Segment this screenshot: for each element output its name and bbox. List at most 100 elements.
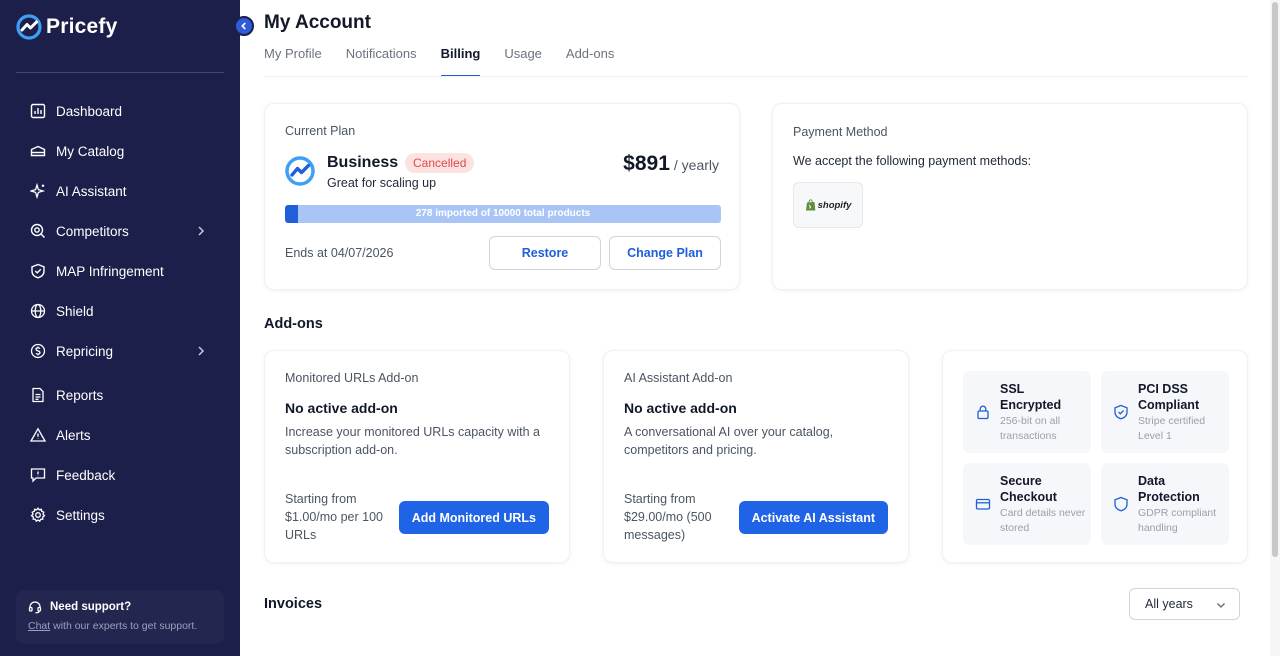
addon-price: Starting from $29.00/mo (500 messages) — [624, 492, 712, 542]
tab-usage[interactable]: Usage — [504, 44, 542, 77]
sidebar-item-alerts[interactable]: Alerts — [16, 418, 224, 452]
year-filter-value: All years — [1145, 597, 1193, 611]
tab-notifications[interactable]: Notifications — [346, 44, 417, 77]
trust-title: SSL Encrypted — [1000, 382, 1062, 412]
activate-ai-assistant-button[interactable]: Activate AI Assistant — [738, 501, 888, 534]
sidebar-item-ai-assistant[interactable]: AI Assistant — [16, 174, 224, 208]
secure-checkout-badge: Secure Checkout Card details never store… — [963, 463, 1091, 545]
addon-price: Starting from $1.00/mo per 100 URLs — [285, 492, 383, 542]
sidebar-item-map-infringement[interactable]: MAP Infringement — [16, 254, 224, 288]
plan-logo-icon — [285, 156, 315, 186]
lock-icon — [977, 405, 989, 420]
dashboard-icon — [30, 103, 46, 119]
trust-title: PCI DSS Compliant — [1138, 382, 1200, 412]
ssl-badge: SSL Encrypted 256-bit on all transaction… — [963, 371, 1091, 453]
addon-title: AI Assistant Add-on — [624, 371, 733, 385]
account-tabs: My Profile Notifications Billing Usage A… — [264, 44, 614, 77]
payment-method-card: Payment Method We accept the following p… — [772, 103, 1248, 290]
collapse-sidebar-button[interactable] — [234, 16, 254, 36]
pci-badge: PCI DSS Compliant Stripe certified Level… — [1101, 371, 1229, 453]
sidebar-item-feedback[interactable]: Feedback — [16, 458, 224, 492]
scrollbar-thumb[interactable] — [1272, 2, 1278, 557]
globe-icon — [30, 303, 46, 319]
support-box: Need support? Chat with our experts to g… — [16, 590, 224, 644]
trust-subtitle: Card details never stored — [1000, 507, 1086, 534]
plan-name: Business — [327, 154, 399, 171]
sidebar-item-competitors[interactable]: Competitors — [16, 214, 224, 248]
trust-title: Data Protection — [1138, 474, 1200, 504]
tab-my-profile[interactable]: My Profile — [264, 44, 322, 77]
page-title: My Account — [264, 12, 371, 33]
change-plan-button[interactable]: Change Plan — [609, 236, 721, 270]
sidebar-item-dashboard[interactable]: Dashboard — [16, 94, 224, 128]
trust-subtitle: 256-bit on all transactions — [1000, 415, 1061, 442]
support-text: Chat with our experts to get support. — [28, 620, 212, 632]
ai-assistant-addon-card: AI Assistant Add-on No active add-on A c… — [603, 350, 909, 563]
trust-subtitle: Stripe certified Level 1 — [1138, 415, 1206, 442]
tab-billing[interactable]: Billing — [440, 44, 480, 77]
tab-add-ons[interactable]: Add-ons — [566, 44, 614, 77]
brand[interactable]: Pricefy — [16, 14, 117, 40]
sidebar-item-label: Competitors — [56, 223, 129, 239]
tabs-divider — [264, 76, 1248, 77]
sidebar-item-label: Repricing — [56, 343, 114, 359]
headset-icon — [28, 601, 42, 614]
document-icon — [32, 387, 44, 403]
year-filter-select[interactable]: All years — [1129, 588, 1240, 620]
competitors-icon — [30, 223, 45, 238]
sidebar-item-label: Reports — [56, 387, 104, 403]
sidebar-item-label: Feedback — [56, 467, 116, 483]
feedback-icon — [30, 468, 46, 483]
addon-status: No active add-on — [624, 400, 737, 416]
progress-label: 278 imported of 10000 total products — [415, 208, 591, 219]
security-badges-card: SSL Encrypted 256-bit on all transaction… — [942, 350, 1248, 563]
sidebar-item-label: Shield — [56, 303, 94, 319]
chevron-left-icon — [241, 22, 246, 30]
pricefy-logo-icon — [16, 14, 42, 40]
support-description: with our experts to get support. — [50, 620, 198, 632]
trust-title: Secure Checkout — [1000, 474, 1057, 504]
sidebar-item-repricing[interactable]: Repricing — [16, 334, 224, 368]
addons-section-title: Add-ons — [264, 316, 323, 332]
catalog-icon — [30, 145, 46, 157]
sidebar-divider — [16, 72, 224, 73]
current-plan-title: Current Plan — [285, 124, 356, 138]
shield-check-icon — [1114, 404, 1128, 420]
price-period: / yearly — [673, 157, 719, 173]
addon-title: Monitored URLs Add-on — [285, 371, 419, 385]
credit-card-icon — [975, 498, 991, 510]
sidebar-item-my-catalog[interactable]: My Catalog — [16, 134, 224, 168]
sidebar: Pricefy Dashboard My Catalog AI Assistan… — [0, 0, 240, 656]
addon-description: Increase your monitored URLs capacity wi… — [285, 425, 540, 457]
plan-tagline: Great for scaling up — [327, 176, 437, 190]
chevron-down-icon — [1216, 602, 1226, 609]
page-scrollbar[interactable] — [1270, 0, 1280, 656]
add-monitored-urls-button[interactable]: Add Monitored URLs — [398, 501, 549, 534]
chevron-right-icon — [198, 226, 205, 236]
brand-name: Pricefy — [46, 15, 118, 38]
sidebar-item-reports[interactable]: Reports — [16, 378, 224, 412]
chevron-right-icon — [198, 346, 205, 356]
data-protection-badge: Data Protection GDPR compliant handling — [1101, 463, 1229, 545]
products-progress-bar: 278 imported of 10000 total products — [285, 205, 721, 223]
sidebar-item-settings[interactable]: Settings — [16, 498, 224, 532]
sidebar-item-label: MAP Infringement — [56, 263, 164, 279]
shopify-wordmark: shopify — [817, 199, 852, 211]
shield-check-icon — [31, 263, 45, 279]
sidebar-item-label: Settings — [56, 507, 105, 523]
sidebar-item-label: My Catalog — [56, 143, 125, 159]
restore-button[interactable]: Restore — [489, 236, 601, 270]
payment-method-title: Payment Method — [793, 125, 888, 139]
shield-icon — [1114, 496, 1128, 512]
gear-icon — [30, 507, 46, 523]
warning-icon — [30, 427, 46, 442]
plan-end-date: Ends at 04/07/2026 — [285, 246, 394, 260]
current-plan-card: Current Plan Business Cancelled Great fo… — [264, 103, 740, 290]
invoices-section-title: Invoices — [264, 596, 323, 612]
support-title: Need support? — [50, 601, 132, 613]
sidebar-item-label: Dashboard — [56, 103, 123, 119]
sidebar-item-label: AI Assistant — [56, 183, 127, 199]
chat-link[interactable]: Chat — [28, 620, 50, 632]
trust-subtitle: GDPR compliant handling — [1138, 507, 1217, 534]
sidebar-item-shield[interactable]: Shield — [16, 294, 224, 328]
